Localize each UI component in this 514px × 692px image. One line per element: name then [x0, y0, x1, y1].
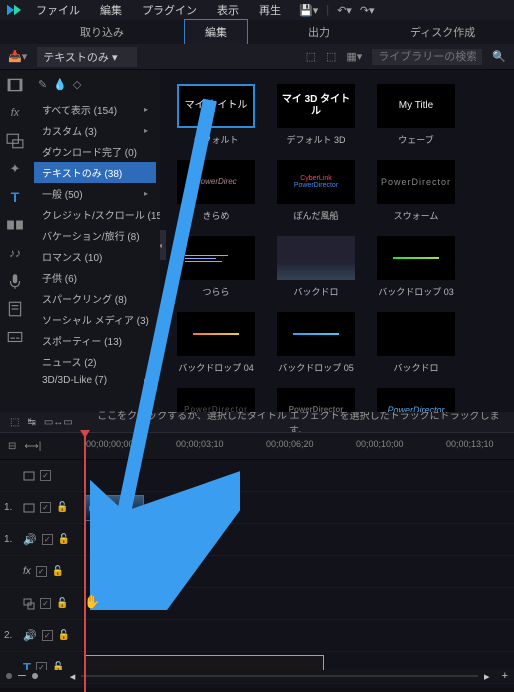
- library-toolbar: 📥▾ テキストのみ ▾ ⬚ ⬚ ▦▾ 🔍: [0, 44, 514, 70]
- menu-bar: ファイル 編集 プラグイン 表示 再生 💾▾ | ↶▾ ↷▾: [0, 0, 514, 20]
- title-thumbnail[interactable]: つらら: [176, 236, 256, 298]
- app-logo-icon: [4, 2, 24, 18]
- tab-edit[interactable]: 編集: [184, 19, 248, 44]
- search-icon[interactable]: 🔍: [492, 50, 506, 63]
- category-item[interactable]: 子供 (6): [34, 267, 156, 288]
- title-thumbnail[interactable]: バックドロ: [376, 312, 456, 374]
- menu-play[interactable]: 再生: [251, 0, 289, 20]
- title-thumbnail[interactable]: PowerDirector: [276, 388, 356, 412]
- timeline-ruler[interactable]: ⊟ ⟷| 00;00;00;0000;00;03;1000;00;06;2000…: [0, 432, 514, 460]
- category-tools: ✎ 💧 ◇: [34, 76, 156, 93]
- main-area: fx ✦ T ♪♪ ✎ 💧 ◇ すべて表示 (154)▸ カスタム (3)▸ダウ…: [0, 70, 514, 412]
- category-item[interactable]: クレジット/スクロール (15): [34, 204, 156, 225]
- title-thumbnail[interactable]: バックドロップ 03: [376, 236, 456, 298]
- track-header[interactable]: 🎤✓🔓: [0, 684, 82, 688]
- bottom-scrub[interactable]: ─ ◂▸ +: [0, 670, 514, 682]
- audio-room-icon[interactable]: ♪♪: [6, 244, 24, 262]
- menu-edit[interactable]: 編集: [92, 0, 130, 20]
- category-item[interactable]: バケーション/旅行 (8): [34, 225, 156, 246]
- category-item[interactable]: ニュース (2): [34, 351, 156, 372]
- menu-tool-icons: 💾▾ | ↶▾ ↷▾: [299, 4, 375, 17]
- menu-file[interactable]: ファイル: [28, 0, 88, 20]
- voice-room-icon[interactable]: [6, 272, 24, 290]
- category-item[interactable]: ソーシャル メディア (3): [34, 309, 156, 330]
- title-thumbnail[interactable]: バックドロ: [276, 236, 356, 298]
- video-clip[interactable]: rise: [84, 495, 144, 521]
- title-room-icon[interactable]: T: [6, 188, 24, 206]
- title-thumbnail[interactable]: PowerDirector: [176, 388, 256, 412]
- pip-room-icon[interactable]: [6, 132, 24, 150]
- category-item[interactable]: スポーティー (13): [34, 330, 156, 351]
- redo-icon[interactable]: ↷▾: [360, 4, 375, 17]
- title-thumbnail[interactable]: マイ 3D タイトルデフォルト 3D: [276, 84, 356, 146]
- grid-icon[interactable]: ▦▾: [346, 50, 362, 63]
- track-header[interactable]: 1.✓🔓: [0, 492, 82, 523]
- category-item[interactable]: テキストのみ (38): [34, 162, 156, 183]
- track-header[interactable]: fx✓🔓: [0, 556, 82, 587]
- category-all[interactable]: すべて表示 (154)▸: [34, 99, 156, 120]
- category-item[interactable]: 3D/3D-Like (7)▸: [34, 372, 156, 389]
- title-thumbnail[interactable]: CyberLinkPowerDirectorぽんだ風船: [276, 160, 356, 222]
- tab-disc[interactable]: ディスク作成: [390, 20, 495, 44]
- pencil-icon[interactable]: ✎: [38, 78, 47, 91]
- tool-icon-3[interactable]: ▭↔▭: [44, 417, 73, 428]
- category-item[interactable]: ダウンロード完了 (0): [34, 141, 156, 162]
- track-header[interactable]: ✓🔓: [0, 588, 82, 619]
- tag-icon[interactable]: ◇: [73, 78, 81, 91]
- timeline-track[interactable]: ✓: [0, 460, 514, 492]
- tab-import[interactable]: 取り込み: [60, 20, 144, 44]
- timeline-track[interactable]: 2.🔊✓🔓: [0, 620, 514, 652]
- track-header[interactable]: 2.🔊✓🔓: [0, 620, 82, 651]
- room-rail: fx ✦ T ♪♪: [0, 70, 30, 412]
- search-input[interactable]: [372, 49, 482, 65]
- timeline-track[interactable]: 🎤✓🔓: [0, 684, 514, 688]
- title-thumbnail[interactable]: バックドロップ 04: [176, 312, 256, 374]
- timeline-track[interactable]: 1.✓🔓rise: [0, 492, 514, 524]
- timeline-track[interactable]: 1.🔊✓🔓: [0, 524, 514, 556]
- workspace-tabs: 取り込み 編集 出力 ディスク作成: [0, 20, 514, 44]
- hint-bar: ⬚ ↹ ▭↔▭ ここをクリックするか、選択したタイトル エフェクトを選択したトラ…: [0, 412, 514, 432]
- menu-plugin[interactable]: プラグイン: [134, 0, 205, 20]
- category-item[interactable]: スパークリング (8): [34, 288, 156, 309]
- fit-icon[interactable]: ⊟: [8, 441, 16, 452]
- save-icon[interactable]: 💾▾: [299, 4, 318, 17]
- view-icon-2[interactable]: ⬚: [326, 50, 336, 63]
- title-thumbnail[interactable]: PowerDirector: [376, 388, 456, 412]
- fx-room-icon[interactable]: fx: [6, 104, 24, 122]
- filter-dropdown[interactable]: テキストのみ ▾: [37, 47, 137, 67]
- category-panel: ✎ 💧 ◇ すべて表示 (154)▸ カスタム (3)▸ダウンロード完了 (0)…: [30, 70, 160, 412]
- collapse-handle[interactable]: ◂: [160, 230, 166, 260]
- title-thumbnail[interactable]: PowerDirecきらめ: [176, 160, 256, 222]
- title-thumbnail[interactable]: My Titleウェーブ: [376, 84, 456, 146]
- tool-icon-2[interactable]: ↹: [27, 417, 35, 428]
- view-icon-1[interactable]: ⬚: [306, 50, 316, 63]
- droplet-icon[interactable]: 💧: [53, 78, 67, 91]
- timeline-tracks: ✓1.✓🔓rise1.🔊✓🔓fx✓🔓✓🔓2.🔊✓🔓T✓🔓🎤✓🔓♪♪✓🔓: [0, 460, 514, 688]
- title-thumbnail[interactable]: バックドロップ 05: [276, 312, 356, 374]
- media-room-icon[interactable]: [6, 76, 24, 94]
- timeline-track[interactable]: fx✓🔓: [0, 556, 514, 588]
- thumbnail-area: ◂ マイ タイトルデフォルトマイ 3D タイトルデフォルト 3D My Title…: [160, 70, 514, 412]
- cursor-icon: ✋: [84, 594, 100, 610]
- track-header[interactable]: ✓: [0, 460, 82, 491]
- undo-icon[interactable]: ↶▾: [337, 4, 352, 17]
- category-item[interactable]: ロマンス (10): [34, 246, 156, 267]
- subtitle-room-icon[interactable]: [6, 328, 24, 346]
- tool-icon-1[interactable]: ⬚: [10, 417, 19, 428]
- playhead[interactable]: [84, 432, 86, 692]
- tab-output[interactable]: 出力: [288, 20, 350, 44]
- title-thumbnail[interactable]: マイ タイトルデフォルト: [176, 84, 256, 146]
- timeline-track[interactable]: ✓🔓: [0, 588, 514, 620]
- fit-icon-2[interactable]: ⟷|: [24, 441, 41, 452]
- category-item[interactable]: 一般 (50)▸: [34, 183, 156, 204]
- transition-room-icon[interactable]: [6, 216, 24, 234]
- import-icon[interactable]: 📥▾: [8, 50, 27, 63]
- chapter-room-icon[interactable]: [6, 300, 24, 318]
- category-item[interactable]: カスタム (3)▸: [34, 120, 156, 141]
- track-header[interactable]: 1.🔊✓🔓: [0, 524, 82, 555]
- title-thumbnail[interactable]: PowerDirectorスウォーム: [376, 160, 456, 222]
- particle-room-icon[interactable]: ✦: [6, 160, 24, 178]
- menu-view[interactable]: 表示: [209, 0, 247, 20]
